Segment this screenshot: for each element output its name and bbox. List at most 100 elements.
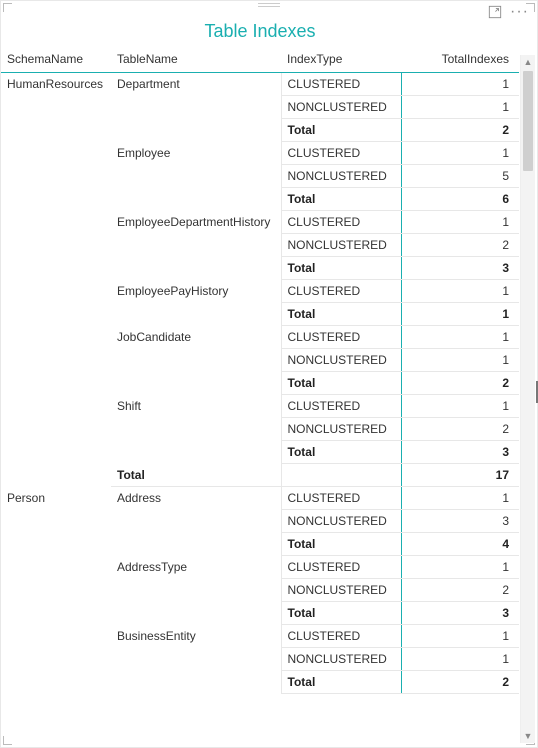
count-cell: 1 (401, 395, 519, 418)
schema-cell (1, 579, 111, 602)
schema-total-row[interactable]: Total 17 (1, 464, 519, 487)
table-cell (111, 234, 281, 257)
col-total[interactable]: TotalIndexes (401, 48, 519, 73)
table-row[interactable]: ShiftCLUSTERED1 (1, 395, 519, 418)
count-cell: 1 (401, 625, 519, 648)
table-cell (111, 188, 281, 211)
table-cell (111, 671, 281, 694)
table-total-row[interactable]: Total2 (1, 372, 519, 395)
count-cell: 1 (401, 142, 519, 165)
table-row[interactable]: NONCLUSTERED1 (1, 349, 519, 372)
total-value: 1 (401, 303, 519, 326)
total-label: Total (281, 119, 401, 142)
table-row[interactable]: EmployeePayHistoryCLUSTERED1 (1, 280, 519, 303)
resize-handle-tl[interactable] (3, 3, 12, 12)
schema-cell (1, 349, 111, 372)
total-value: 2 (401, 372, 519, 395)
table-header-row: SchemaName TableName IndexType TotalInde… (1, 48, 519, 73)
table-row[interactable]: NONCLUSTERED2 (1, 579, 519, 602)
schema-cell (1, 234, 111, 257)
indextype-cell: NONCLUSTERED (281, 234, 401, 257)
table-total-row[interactable]: Total3 (1, 441, 519, 464)
table-cell (111, 165, 281, 188)
total-value: 2 (401, 119, 519, 142)
schema-cell (1, 510, 111, 533)
table-row[interactable]: NONCLUSTERED1 (1, 648, 519, 671)
table-row[interactable]: JobCandidateCLUSTERED1 (1, 326, 519, 349)
table-total-row[interactable]: Total2 (1, 671, 519, 694)
table-cell (111, 303, 281, 326)
schema-cell (1, 119, 111, 142)
total-label: Total (281, 441, 401, 464)
drag-handle[interactable] (258, 3, 280, 7)
total-label: Total (281, 671, 401, 694)
table-row[interactable]: BusinessEntityCLUSTERED1 (1, 625, 519, 648)
total-value: 4 (401, 533, 519, 556)
table-row[interactable]: HumanResourcesDepartmentCLUSTERED1 (1, 73, 519, 96)
table-total-row[interactable]: Total2 (1, 119, 519, 142)
table-total-row[interactable]: Total1 (1, 303, 519, 326)
table-cell: Address (111, 487, 281, 510)
scroll-up-arrow[interactable]: ▲ (521, 55, 535, 69)
table-total-row[interactable]: Total4 (1, 533, 519, 556)
count-cell: 3 (401, 510, 519, 533)
table-cell (111, 96, 281, 119)
table-cell: JobCandidate (111, 326, 281, 349)
table-total-row[interactable]: Total3 (1, 602, 519, 625)
table-row[interactable]: EmployeeCLUSTERED1 (1, 142, 519, 165)
table-row[interactable]: EmployeeDepartmentHistoryCLUSTERED1 (1, 211, 519, 234)
indextype-cell: CLUSTERED (281, 625, 401, 648)
schema-cell: Person (1, 487, 111, 510)
indextype-cell: CLUSTERED (281, 142, 401, 165)
col-table[interactable]: TableName (111, 48, 281, 73)
table-row[interactable]: NONCLUSTERED5 (1, 165, 519, 188)
table-cell: EmployeePayHistory (111, 280, 281, 303)
indextype-cell: NONCLUSTERED (281, 165, 401, 188)
table-cell (111, 648, 281, 671)
table-cell (111, 349, 281, 372)
table-row[interactable]: NONCLUSTERED2 (1, 418, 519, 441)
count-cell: 1 (401, 73, 519, 96)
table-cell: Department (111, 73, 281, 96)
indextype-cell (281, 464, 401, 487)
total-label: Total (281, 602, 401, 625)
scroll-thumb[interactable] (523, 71, 533, 171)
more-options-icon[interactable]: ··· (510, 6, 529, 18)
schema-cell (1, 648, 111, 671)
table-total-row[interactable]: Total6 (1, 188, 519, 211)
table-row[interactable]: AddressTypeCLUSTERED1 (1, 556, 519, 579)
indexes-table: SchemaName TableName IndexType TotalInde… (1, 48, 519, 694)
count-cell: 5 (401, 165, 519, 188)
schema-cell (1, 441, 111, 464)
table-row[interactable]: NONCLUSTERED2 (1, 234, 519, 257)
col-type[interactable]: IndexType (281, 48, 401, 73)
total-value: 3 (401, 257, 519, 280)
schema-cell (1, 326, 111, 349)
report-content: Table Indexes SchemaName TableName Index… (1, 19, 519, 747)
col-schema[interactable]: SchemaName (1, 48, 111, 73)
count-cell: 1 (401, 280, 519, 303)
count-cell: 2 (401, 234, 519, 257)
schema-total-value: 17 (401, 464, 519, 487)
schema-cell (1, 142, 111, 165)
schema-cell (1, 188, 111, 211)
scroll-down-arrow[interactable]: ▼ (521, 729, 535, 743)
table-cell: EmployeeDepartmentHistory (111, 211, 281, 234)
table-cell (111, 533, 281, 556)
total-label: Total (281, 372, 401, 395)
schema-total-label: Total (111, 464, 281, 487)
table-row[interactable]: NONCLUSTERED3 (1, 510, 519, 533)
table-cell (111, 372, 281, 395)
schema-cell (1, 556, 111, 579)
focus-mode-icon[interactable] (488, 5, 502, 19)
vertical-scrollbar[interactable]: ▲ ▼ (520, 55, 535, 743)
table-row[interactable]: NONCLUSTERED1 (1, 96, 519, 119)
table-cell (111, 602, 281, 625)
report-frame: ··· Table Indexes SchemaName TableName I… (0, 0, 538, 748)
schema-cell (1, 372, 111, 395)
table-cell (111, 119, 281, 142)
table-total-row[interactable]: Total3 (1, 257, 519, 280)
indextype-cell: NONCLUSTERED (281, 96, 401, 119)
table-row[interactable]: PersonAddressCLUSTERED1 (1, 487, 519, 510)
table-cell: Employee (111, 142, 281, 165)
